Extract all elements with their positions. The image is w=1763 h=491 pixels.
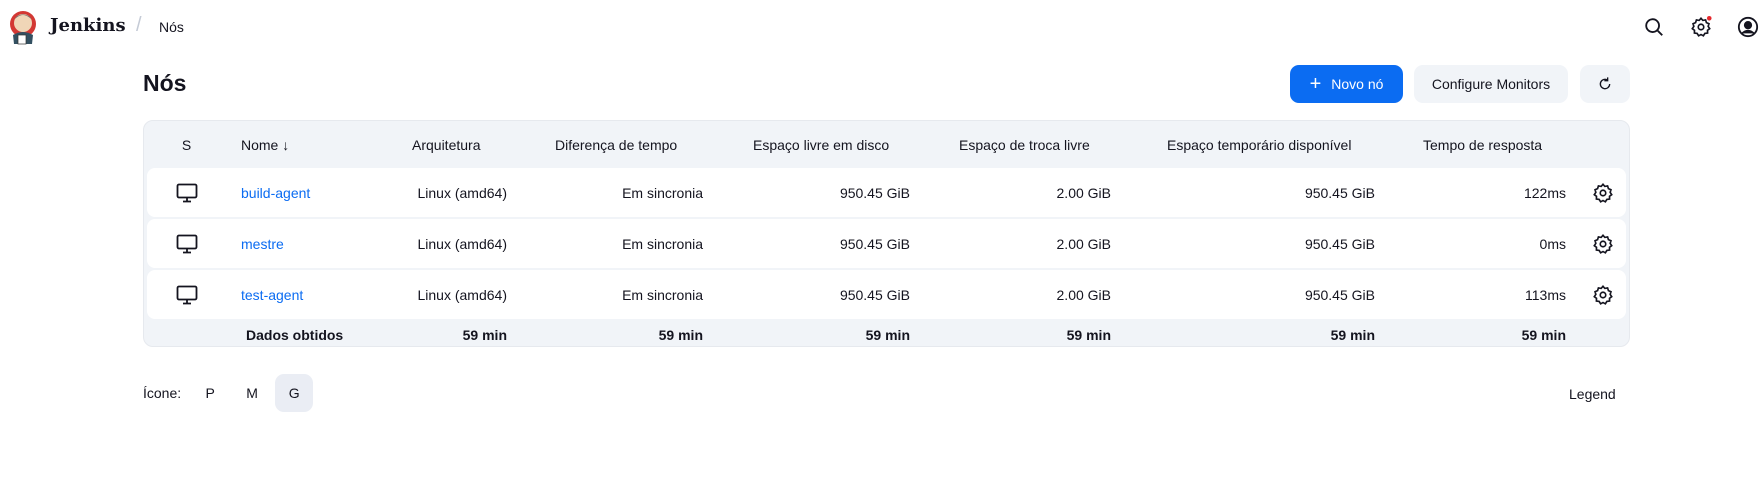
table-footer: Dados obtidos 59 min 59 min 59 min 59 mi… — [147, 321, 1626, 349]
computer-icon — [147, 183, 226, 203]
gear-icon[interactable] — [1690, 16, 1712, 38]
arch-cell: Linux (amd64) — [417, 184, 508, 201]
disk-cell: 950.45 GiB — [839, 184, 910, 201]
table-row: build-agent Linux (amd64) Em sincronia 9… — [147, 168, 1626, 217]
footer-value: 59 min — [658, 327, 703, 343]
jenkins-logo[interactable] — [8, 9, 38, 45]
nodes-table: S Nome ↓ Arquitetura Diferença de tempo … — [143, 120, 1630, 347]
breadcrumb-separator: / — [136, 14, 142, 36]
legend-link[interactable]: Legend — [1569, 386, 1616, 402]
disk-cell: 950.45 GiB — [839, 235, 910, 252]
swap-cell: 2.00 GiB — [1056, 235, 1111, 252]
clock-cell: Em sincronia — [622, 286, 703, 303]
col-swap[interactable]: Espaço de troca livre — [946, 137, 1154, 153]
configure-monitors-button[interactable]: Configure Monitors — [1414, 65, 1568, 103]
col-arch[interactable]: Arquitetura — [399, 137, 542, 153]
arch-cell: Linux (amd64) — [417, 286, 508, 303]
swap-cell: 2.00 GiB — [1056, 286, 1111, 303]
top-header: Jenkins / Nós — [0, 0, 1763, 56]
col-temp[interactable]: Espaço temporário disponível — [1154, 137, 1410, 153]
col-disk[interactable]: Espaço livre em disco — [740, 137, 946, 153]
temp-cell: 950.45 GiB — [1304, 184, 1375, 201]
node-settings-gear-icon[interactable] — [1578, 284, 1628, 306]
col-name[interactable]: Nome ↓ — [226, 137, 399, 153]
new-node-button[interactable]: + Novo nó — [1290, 65, 1403, 103]
computer-icon — [147, 234, 226, 254]
icon-size-medium[interactable]: M — [233, 374, 271, 412]
brand-name[interactable]: Jenkins — [50, 15, 126, 36]
search-icon[interactable] — [1643, 16, 1665, 38]
icon-size-large[interactable]: G — [275, 374, 314, 412]
table-row: test-agent Linux (amd64) Em sincronia 95… — [147, 270, 1626, 319]
response-cell: 0ms — [1539, 235, 1566, 252]
clock-cell: Em sincronia — [622, 235, 703, 252]
node-settings-gear-icon[interactable] — [1578, 233, 1628, 255]
col-status[interactable]: S — [147, 137, 226, 153]
refresh-button[interactable] — [1580, 65, 1630, 103]
footer-value: 59 min — [1330, 327, 1375, 343]
temp-cell: 950.45 GiB — [1304, 235, 1375, 252]
icon-size-selector: Ícone: P M G — [143, 374, 314, 412]
footer-value: 59 min — [865, 327, 910, 343]
table-row: mestre Linux (amd64) Em sincronia 950.45… — [147, 219, 1626, 268]
temp-cell: 950.45 GiB — [1304, 286, 1375, 303]
col-response[interactable]: Tempo de resposta — [1410, 137, 1578, 153]
swap-cell: 2.00 GiB — [1056, 184, 1111, 201]
table-header: S Nome ↓ Arquitetura Diferença de tempo … — [147, 121, 1626, 168]
col-clock[interactable]: Diferença de tempo — [542, 137, 740, 153]
new-node-label: Novo nó — [1331, 76, 1384, 92]
node-link[interactable]: build-agent — [241, 185, 310, 201]
footer-label: Dados obtidos — [246, 327, 344, 343]
computer-icon — [147, 285, 226, 305]
disk-cell: 950.45 GiB — [839, 286, 910, 303]
breadcrumb-nodes[interactable]: Nós — [159, 19, 184, 35]
user-icon[interactable] — [1737, 16, 1759, 38]
footer-value: 59 min — [1521, 327, 1566, 343]
footer-value: 59 min — [462, 327, 507, 343]
page-title: Nós — [143, 70, 187, 96]
notification-dot — [1706, 16, 1712, 21]
icon-size-small[interactable]: P — [191, 374, 229, 412]
refresh-icon — [1599, 77, 1611, 90]
node-settings-gear-icon[interactable] — [1578, 182, 1628, 204]
footer-value: 59 min — [1066, 327, 1111, 343]
response-cell: 122ms — [1523, 184, 1566, 201]
response-cell: 113ms — [1525, 286, 1566, 303]
icon-size-label: Ícone: — [143, 385, 182, 401]
clock-cell: Em sincronia — [622, 184, 703, 201]
arch-cell: Linux (amd64) — [417, 235, 508, 252]
plus-icon: + — [1309, 72, 1322, 95]
node-link[interactable]: mestre — [241, 236, 284, 252]
node-link[interactable]: test-agent — [241, 287, 303, 303]
